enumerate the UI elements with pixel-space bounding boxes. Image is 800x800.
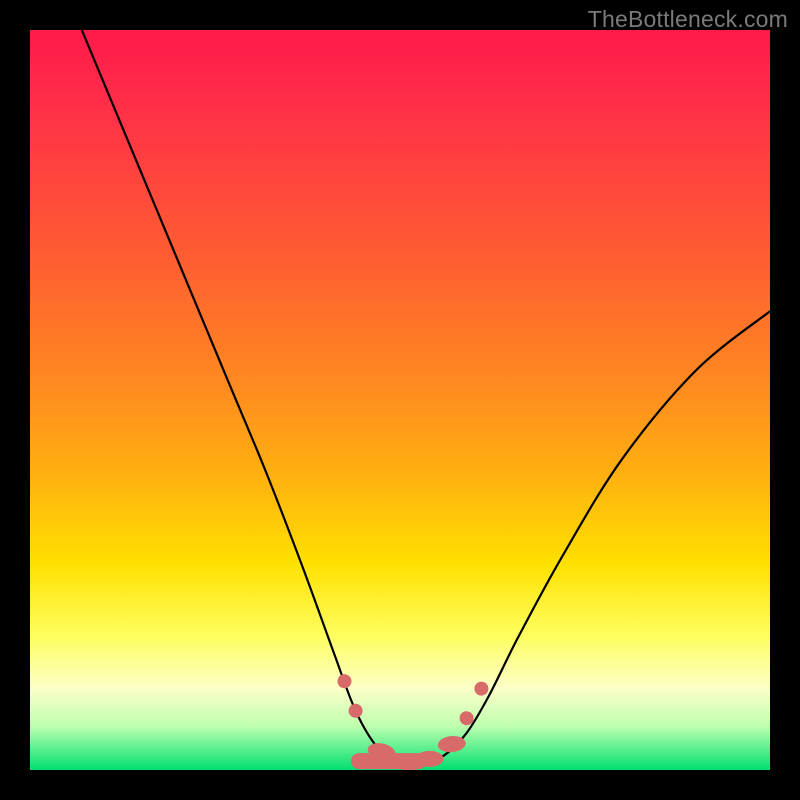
- sweet-spot-capsule: [351, 753, 427, 769]
- chart-frame: TheBottleneck.com: [0, 0, 800, 800]
- sweet-spot-marker: [346, 701, 365, 720]
- marker-group: [335, 672, 491, 770]
- curve-group: [82, 30, 770, 764]
- watermark-text: TheBottleneck.com: [588, 6, 788, 33]
- chart-svg: [30, 30, 770, 770]
- plot-area: [30, 30, 770, 770]
- sweet-spot-marker: [457, 708, 476, 727]
- sweet-spot-marker: [335, 672, 354, 691]
- bottleneck-curve-path: [82, 30, 770, 764]
